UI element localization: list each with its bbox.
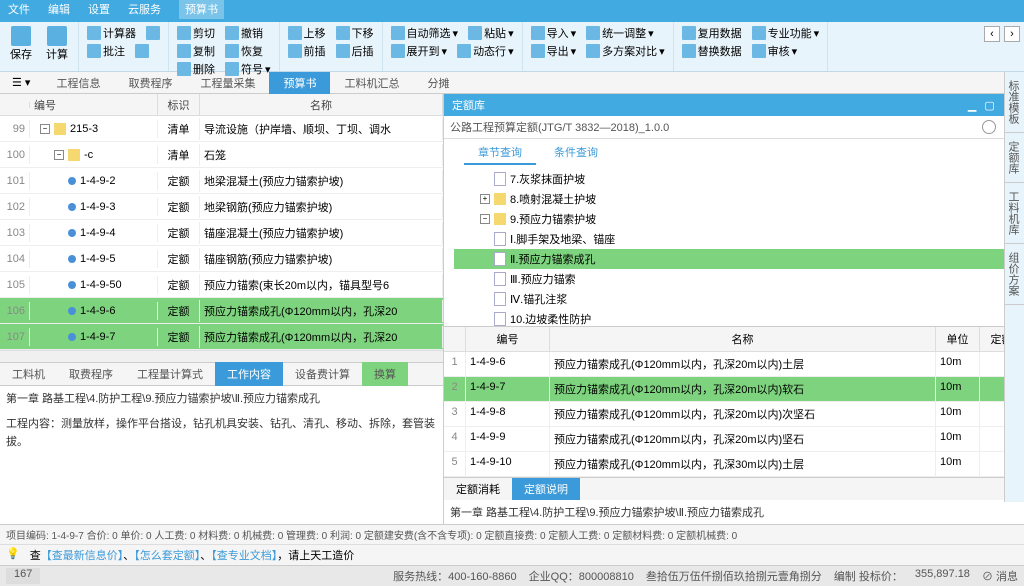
tree-node[interactable]: 7.灰浆抹面护坡 [454,169,1014,189]
search-icon[interactable] [982,120,996,134]
link-docs[interactable]: 【查专业文档】 [211,550,277,562]
moveup-button[interactable]: 上移 [286,24,328,42]
sub-tab-0[interactable]: 工料机 [0,362,57,386]
link-price[interactable]: 【查最新信息价】 [41,550,124,562]
table-row[interactable]: 104 1-4-9-5定额锚座钢筋(预应力锚索护坡) [0,246,443,272]
tab-chapter[interactable]: 章节查询 [464,141,536,165]
left-pane: 编号 标识 名称 99− 215-3清单导流设施（护岸墙、顺坝、丁坝、调水100… [0,94,444,524]
right-panel-title: 定额库 ▁ ▢ ✕ [444,94,1024,116]
work-content: 工程内容：测量放样，操作平台搭设，钻孔机具安装、钻孔、清孔、移动、拆除，套管装拔… [0,410,443,524]
note-button[interactable]: 批注 [85,42,127,60]
table-row[interactable]: 101 1-4-9-2定额地梁混凝土(预应力锚索护坡) [0,168,443,194]
undo-button[interactable]: 撤销 [223,24,265,42]
doc-tab-1[interactable]: 取费程序 [114,72,186,94]
menu-file[interactable]: 文件 [8,1,30,17]
table-row[interactable]: 106 1-4-9-6定额预应力锚索成孔(Φ120mm以内，孔深20 [0,298,443,324]
sub-tab-5[interactable]: 换算 [362,362,408,386]
grid-header: 编号 标识 名称 [0,94,443,116]
right-grid-header: 编号 名称 单位 定额 [444,327,1024,352]
minimize-icon[interactable]: ▁ [968,99,976,112]
calculator-button[interactable]: 计算器 [85,24,138,42]
sub-tab-1[interactable]: 取费程序 [57,362,125,386]
reuse-button[interactable]: 复用数据 [680,24,744,42]
copy-button[interactable]: 复制 [175,42,217,60]
list-icon[interactable]: ☰ ▾ [12,76,30,89]
table-row[interactable]: 102 1-4-9-3定额地梁钢筋(预应力锚索护坡) [0,194,443,220]
breadcrumb: 第一章 路基工程\4.防护工程\9.预应力锚索护坡\Ⅱ.预应力锚索成孔 [0,386,443,410]
insbefore-button[interactable]: 前插 [286,42,328,60]
calc-button[interactable]: 计算 [42,24,72,64]
ribbon-next[interactable]: › [1004,26,1020,42]
side-item-3[interactable]: 组价方案 [1005,244,1024,305]
table-row[interactable]: 31-4-9-8预应力锚索成孔(Φ120mm以内，孔深20m以内)次坚石10m [444,402,1024,427]
doc-tab-3[interactable]: 预算书 [269,72,330,94]
tree-node[interactable]: −9.预应力锚索护坡 [454,209,1014,229]
maximize-icon[interactable]: ▢ [984,99,994,112]
table-row[interactable]: 11-4-9-6预应力锚索成孔(Φ120mm以内，孔深20m以内)土层10m [444,352,1024,377]
doc-tab-2[interactable]: 工程量采集 [186,72,269,94]
left-grid[interactable]: 99− 215-3清单导流设施（护岸墙、顺坝、丁坝、调水100− -c清单石笼1… [0,116,443,350]
tree-node[interactable]: Ⅲ.预应力锚索 [454,269,1014,289]
import-button[interactable]: 导入 ▾ [529,24,579,42]
expand-button[interactable]: 展开到 ▾ [389,42,450,60]
quota-tree[interactable]: 7.灰浆抹面护坡+8.喷射混凝土护坡−9.预应力锚索护坡Ⅰ.脚手架及地梁、锚座Ⅱ… [444,167,1024,327]
tree-node[interactable]: +8.喷射混凝土护坡 [454,189,1014,209]
top-menu: 文件 编辑 设置 云服务 预算书 [0,0,1024,18]
menu-cloud[interactable]: 云服务 [128,1,161,17]
table-row[interactable]: 103 1-4-9-4定额锚座混凝土(预应力锚索护坡) [0,220,443,246]
table-row[interactable]: 21-4-9-7预应力锚索成孔(Φ120mm以内，孔深20m以内)软石10m [444,377,1024,402]
tab-condition[interactable]: 条件查询 [540,141,612,165]
side-item-1[interactable]: 定额库 [1005,133,1024,183]
footer-stats: 项目编码: 1-4-9-7 合价: 0 单价: 0 人工费: 0 材料费: 0 … [0,524,1024,544]
table-row[interactable]: 107 1-4-9-7定额预应力锚索成孔(Φ120mm以内，孔深20 [0,324,443,350]
sub-tabs: 工料机取费程序工程量计算式工作内容设备费计算换算 [0,362,443,386]
table-row[interactable]: 41-4-9-9预应力锚索成孔(Φ120mm以内，孔深20m以内)坚石10m [444,427,1024,452]
filter-button[interactable]: 自动筛选 ▾ [389,24,461,42]
table-row[interactable]: 99− 215-3清单导流设施（护岸墙、顺坝、丁坝、调水 [0,116,443,142]
replace-button[interactable]: 替换数据 [680,42,744,60]
menu-edit[interactable]: 编辑 [48,1,70,17]
side-item-0[interactable]: 标准模板 [1005,72,1024,133]
table-row[interactable]: 100− -c清单石笼 [0,142,443,168]
ribbon: 保存 计算 计算器 批注 剪切撤销 复制恢复 删除符号 ▾ 上移下移 前插后插 … [0,22,1024,72]
side-strip: 标准模板定额库工料机库组价方案 [1004,72,1024,502]
right-pane: 定额库 ▁ ▢ ✕ 公路工程预算定额(JTG/T 3832—2018)_1.0.… [444,94,1024,524]
ribbon-prev[interactable]: ‹ [984,26,1000,42]
export-button[interactable]: 导出 ▾ [529,42,579,60]
menu-settings[interactable]: 设置 [88,1,110,17]
right-breadcrumb: 第一章 路基工程\4.防护工程\9.预应力锚索护坡\Ⅱ.预应力锚索成孔 [444,500,1024,524]
tree-node[interactable]: Ⅳ.锚孔注浆 [454,289,1014,309]
cut-button[interactable]: 剪切 [175,24,217,42]
link-quota[interactable]: 【怎么套定额】 [134,550,200,562]
sub-tab-3[interactable]: 工作内容 [215,362,283,386]
tab-consume[interactable]: 定额消耗 [444,478,512,500]
side-item-2[interactable]: 工料机库 [1005,183,1024,244]
msg-icon[interactable]: ⊘ 消息 [982,568,1018,584]
redo-button[interactable]: 恢复 [223,42,265,60]
doc-tab-5[interactable]: 分摊 [413,72,463,94]
right-grid[interactable]: 11-4-9-6预应力锚索成孔(Φ120mm以内，孔深20m以内)土层10m21… [444,352,1024,477]
sub-tab-4[interactable]: 设备费计算 [283,362,362,386]
doc-tab-0[interactable]: 工程信息 [42,72,114,94]
doc-tab-4[interactable]: 工料机汇总 [330,72,413,94]
doc-tabs: ☰ ▾ 工程信息取费程序工程量采集预算书工料机汇总分摊 [0,72,1024,94]
tree-node[interactable]: 10.边坡柔性防护 [454,309,1014,327]
tab-desc[interactable]: 定额说明 [512,478,580,500]
tree-node[interactable]: Ⅰ.脚手架及地梁、锚座 [454,229,1014,249]
footer-links: 💡 查【查最新信息价】、【怎么套定额】、【查专业文档】，请上天工造价 [0,544,1024,565]
quota-lib-name: 公路工程预算定额(JTG/T 3832—2018)_1.0.0 📌 [444,116,1024,139]
menu-budget[interactable]: 预算书 [179,0,224,19]
scrollbar[interactable] [0,350,443,362]
sub-tab-2[interactable]: 工程量计算式 [125,362,215,386]
table-row[interactable]: 51-4-9-10预应力锚索成孔(Φ120mm以内，孔深30m以内)土层10m [444,452,1024,477]
save-button[interactable]: 保存 [6,24,36,64]
table-row[interactable]: 105 1-4-9-50定额预应力锚索(束长20m以内，锚具型号6 [0,272,443,298]
tree-node[interactable]: Ⅱ.预应力锚索成孔 [454,249,1014,269]
